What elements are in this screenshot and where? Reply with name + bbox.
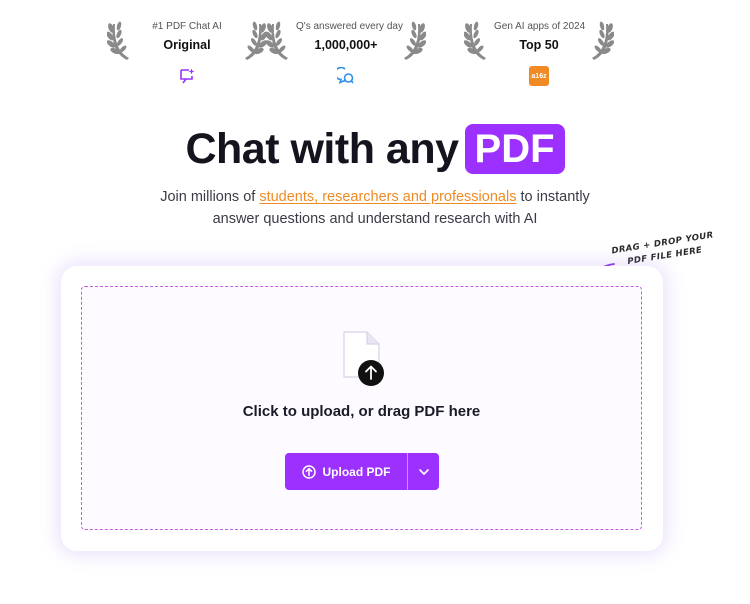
laurel-left-icon	[266, 21, 288, 60]
upload-pdf-button[interactable]: Upload PDF	[285, 453, 407, 490]
upload-card: Click to upload, or drag PDF here Upload…	[61, 266, 663, 551]
hero-subtitle: Join millions of students, researchers a…	[0, 186, 750, 230]
award-value: Original	[163, 38, 211, 52]
a16z-logo-text: a16z	[531, 72, 547, 80]
laurel-right-icon	[592, 21, 614, 60]
subtitle-suffix: to instantly	[516, 189, 590, 205]
file-upload-icon	[343, 331, 384, 386]
award-value: Top 50	[519, 38, 559, 52]
award-pdf-chat-ai: #1 PDF Chat AI Original	[107, 12, 267, 92]
award-caption: #1 PDF Chat AI	[152, 21, 222, 32]
pdf-dropzone[interactable]: Click to upload, or drag PDF here Upload…	[81, 286, 642, 530]
laurel-left-icon	[107, 21, 129, 60]
upload-button-group: Upload PDF	[285, 453, 439, 490]
award-gen-ai-apps: Gen AI apps of 2024 Top 50 a16z	[464, 12, 614, 92]
page-title: Chat with any	[185, 124, 459, 173]
laurel-right-icon	[404, 21, 426, 60]
chevron-down-icon	[418, 468, 429, 475]
drag-drop-hint: DRAG + DROP YOUR PDF FILE HERE	[611, 227, 734, 271]
audience-link[interactable]: students, researchers and professionals	[259, 189, 516, 205]
chat-bubbles-icon	[336, 66, 356, 86]
upload-arrow-icon	[301, 464, 316, 479]
laurel-left-icon	[464, 21, 486, 60]
upload-options-dropdown[interactable]	[408, 453, 439, 490]
hero-headline: Chat with any PDF	[0, 124, 750, 184]
award-caption: Gen AI apps of 2024	[494, 21, 586, 32]
title-highlight-pdf: PDF	[464, 124, 565, 174]
award-value: 1,000,000+	[314, 38, 378, 52]
laurel-right-icon	[245, 21, 267, 60]
subtitle-line-2: answer questions and understand research…	[212, 211, 538, 227]
award-questions-answered: Q's answered every day 1,000,000+	[266, 12, 426, 92]
upload-prompt: Click to upload, or drag PDF here	[242, 403, 481, 420]
upload-pdf-label: Upload PDF	[322, 464, 391, 479]
sparkle-chat-icon	[177, 66, 197, 86]
a16z-logo: a16z	[529, 66, 549, 86]
award-caption: Q's answered every day	[296, 21, 403, 32]
subtitle-prefix: Join millions of	[160, 189, 260, 205]
